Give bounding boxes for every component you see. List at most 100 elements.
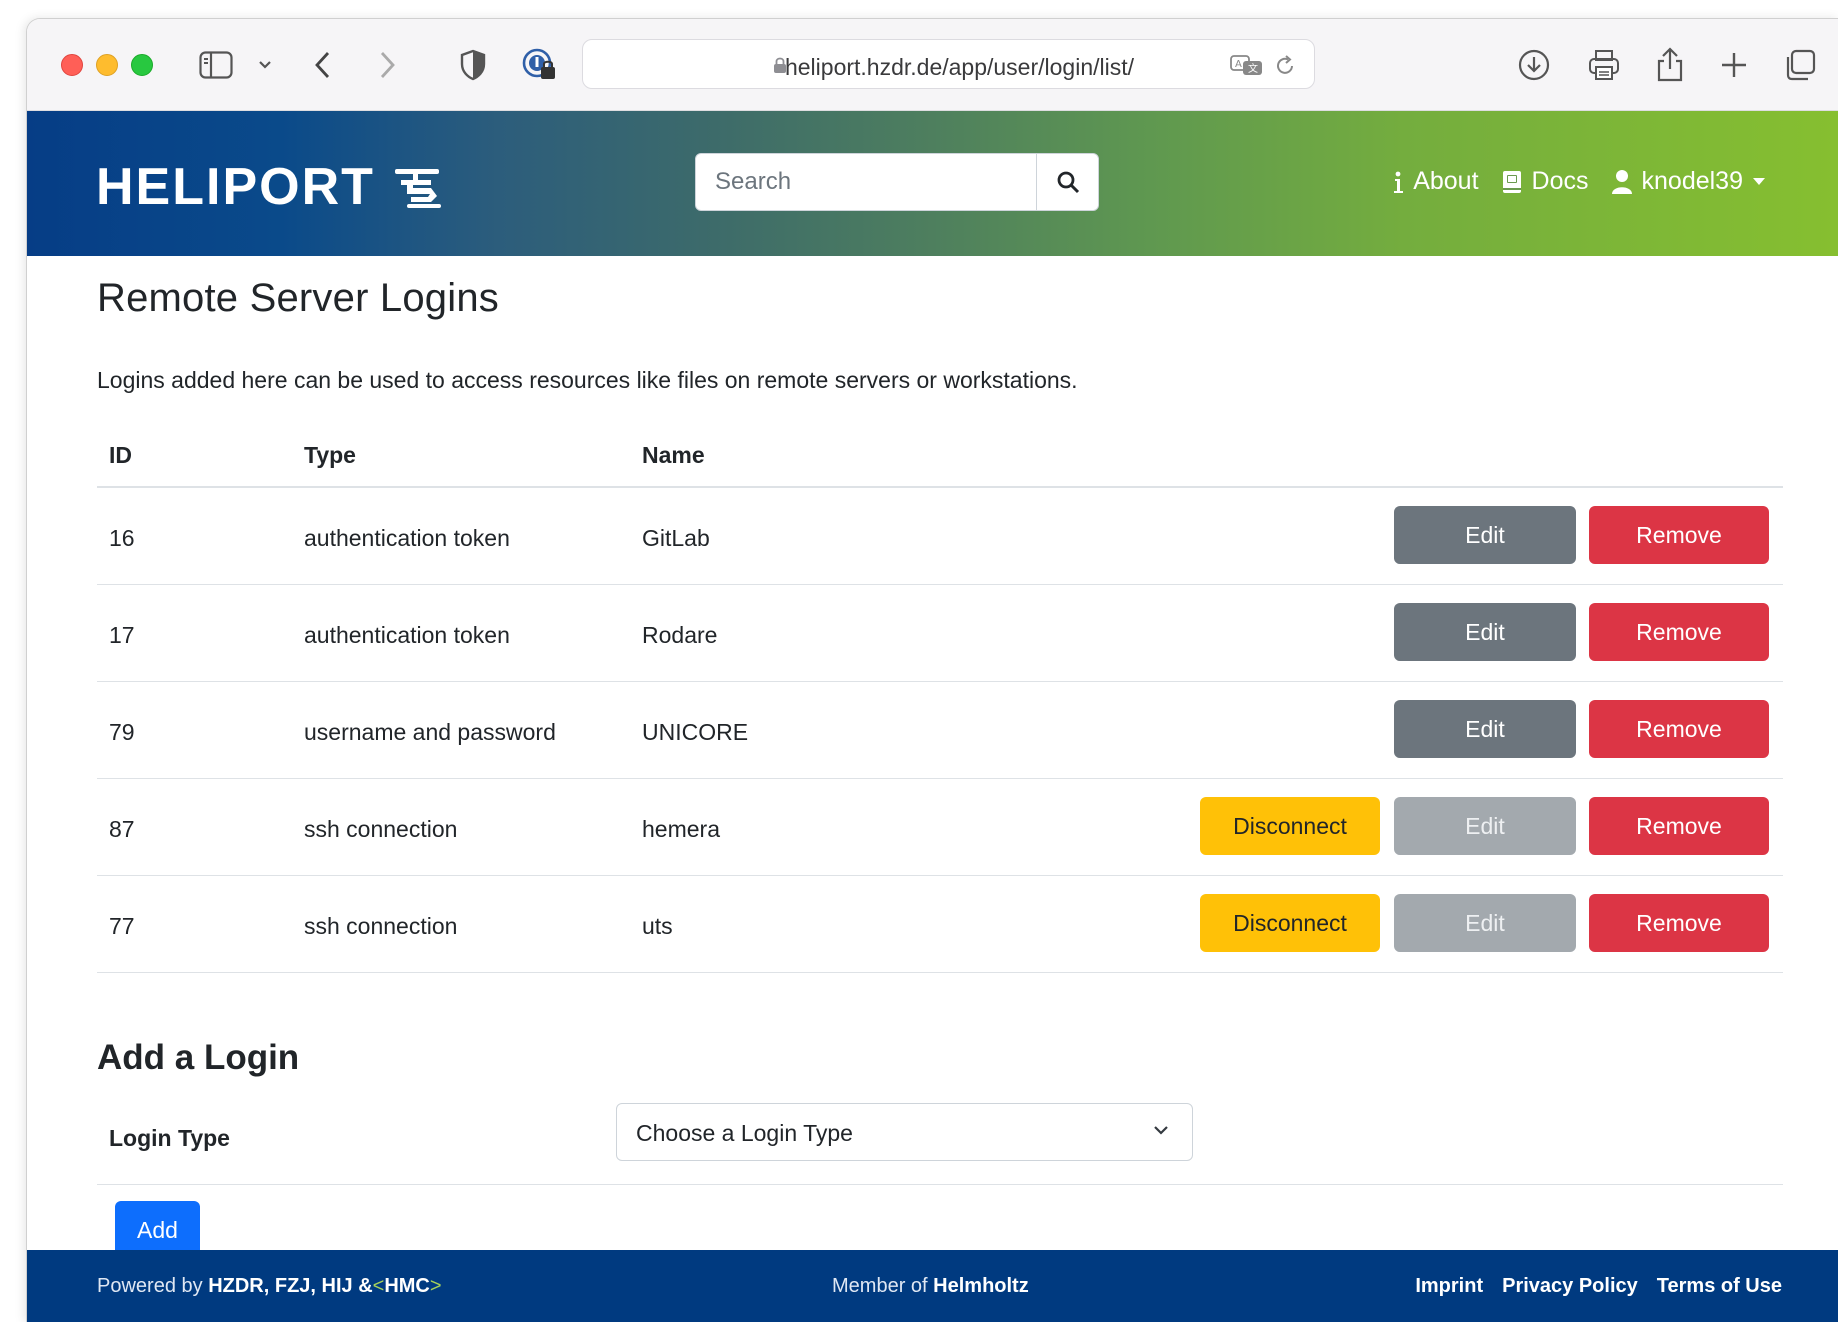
back-arrow-icon[interactable] — [313, 49, 333, 81]
address-bar[interactable]: heliport.hzdr.de/app/user/login/list/ A文 — [582, 39, 1315, 89]
brand-logo[interactable]: HELIPORT — [96, 157, 443, 217]
table-header: ID Type Name — [97, 411, 1783, 488]
search-input[interactable] — [696, 154, 1036, 210]
page-description: Logins added here can be used to access … — [97, 367, 1078, 393]
info-icon — [1394, 171, 1404, 193]
nav-docs-link[interactable]: Docs — [1501, 167, 1589, 196]
edit-button[interactable]: Edit — [1394, 603, 1576, 661]
forward-arrow-icon[interactable] — [377, 49, 397, 81]
row-name: hemera — [642, 816, 720, 842]
row-id: 79 — [109, 719, 135, 745]
table-row: 87 ssh connection hemera Disconnect Edit… — [97, 779, 1783, 876]
disconnect-button[interactable]: Disconnect — [1200, 894, 1380, 952]
hmc-link[interactable]: HMC — [384, 1275, 430, 1297]
edit-button[interactable]: Edit — [1394, 506, 1576, 564]
table-row: 17 authentication token Rodare Edit Remo… — [97, 585, 1783, 682]
svg-text:文: 文 — [1248, 62, 1258, 75]
hmc-bracket-open: < — [372, 1275, 385, 1297]
zoom-window-button[interactable] — [131, 54, 153, 76]
header-nav: About Docs knodel39 — [1370, 167, 1774, 196]
imprint-link[interactable]: Imprint — [1415, 1275, 1483, 1298]
browser-toolbar: heliport.hzdr.de/app/user/login/list/ A文 — [27, 19, 1838, 111]
login-type-row: Login Type Choose a Login Type — [97, 1093, 1783, 1185]
search-box — [695, 153, 1099, 211]
row-name: uts — [642, 913, 673, 939]
table-row: 77 ssh connection uts Disconnect Edit Re… — [97, 876, 1783, 973]
privacy-policy-link[interactable]: Privacy Policy — [1502, 1275, 1638, 1298]
page-footer: Powered by HZDR, FZJ, HIJ &<HMC> Member … — [27, 1250, 1838, 1322]
nav-docs-label: Docs — [1531, 167, 1589, 195]
user-icon — [1611, 169, 1632, 194]
svg-text:A: A — [1235, 59, 1242, 70]
row-name: GitLab — [642, 525, 710, 551]
download-icon[interactable] — [1517, 49, 1551, 81]
member-of: Member of Helmholtz — [832, 1275, 1029, 1298]
column-header-id: ID — [109, 442, 132, 468]
edit-button-disabled: Edit — [1394, 797, 1576, 855]
address-url: heliport.hzdr.de/app/user/login/list/ — [784, 54, 1135, 80]
table-row: 16 authentication token GitLab Edit Remo… — [97, 488, 1783, 585]
print-icon[interactable] — [1587, 49, 1621, 81]
sidebar-toggle-icon[interactable] — [199, 49, 233, 81]
remove-button[interactable]: Remove — [1589, 506, 1769, 564]
row-name: UNICORE — [642, 719, 749, 745]
password-manager-icon[interactable] — [521, 48, 557, 81]
shield-icon[interactable] — [459, 49, 487, 81]
remove-button[interactable]: Remove — [1589, 700, 1769, 758]
footer-links: Imprint Privacy Policy Terms of Use — [1396, 1275, 1782, 1298]
translate-icon[interactable]: A文 — [1230, 55, 1264, 82]
row-id: 16 — [109, 525, 135, 551]
share-icon[interactable] — [1655, 47, 1685, 82]
caret-down-icon — [1753, 177, 1765, 185]
helmholtz-link[interactable]: Helmholtz — [933, 1275, 1029, 1297]
column-header-name: Name — [642, 442, 705, 468]
remove-button[interactable]: Remove — [1589, 603, 1769, 661]
powered-by: Powered by HZDR, FZJ, HIJ &<HMC> — [97, 1275, 442, 1298]
remove-button[interactable]: Remove — [1589, 797, 1769, 855]
row-name: Rodare — [642, 622, 718, 648]
row-type: ssh connection — [304, 816, 458, 842]
reload-icon[interactable] — [1274, 54, 1296, 83]
terms-of-use-link[interactable]: Terms of Use — [1657, 1275, 1782, 1298]
helicopter-icon — [394, 169, 441, 208]
brand-name: HELIPORT — [96, 158, 375, 216]
page-title: Remote Server Logins — [97, 276, 499, 320]
edit-button[interactable]: Edit — [1394, 700, 1576, 758]
column-header-type: Type — [304, 442, 356, 468]
user-menu-toggle[interactable]: knodel39 — [1611, 167, 1774, 196]
minimize-window-button[interactable] — [96, 54, 118, 76]
search-button[interactable] — [1036, 154, 1098, 210]
row-id: 77 — [109, 913, 135, 939]
table-row: 79 username and password UNICORE Edit Re… — [97, 682, 1783, 779]
disconnect-button[interactable]: Disconnect — [1200, 797, 1380, 855]
login-type-selected-value: Choose a Login Type — [636, 1120, 853, 1146]
search-icon — [1057, 171, 1079, 194]
screen: heliport.hzdr.de/app/user/login/list/ A文 — [0, 0, 1838, 1322]
user-name: knodel39 — [1641, 167, 1743, 195]
add-login-heading: Add a Login — [97, 1038, 300, 1077]
row-type: ssh connection — [304, 913, 458, 939]
nav-about-link[interactable]: About — [1392, 167, 1479, 196]
chevron-down-icon[interactable] — [257, 49, 273, 81]
row-id: 87 — [109, 816, 135, 842]
nav-about-label: About — [1413, 167, 1479, 195]
tab-overview-icon[interactable] — [1783, 49, 1817, 81]
row-id: 17 — [109, 622, 135, 648]
logins-table: ID Type Name 16 authentication token Git… — [97, 411, 1783, 973]
powered-by-prefix: Powered by — [97, 1275, 203, 1297]
hmc-bracket-close: > — [429, 1275, 442, 1297]
browser-window: heliport.hzdr.de/app/user/login/list/ A文 — [26, 18, 1838, 1322]
chevron-down-icon — [1154, 1126, 1168, 1135]
edit-button-disabled: Edit — [1394, 894, 1576, 952]
close-window-button[interactable] — [61, 54, 83, 76]
app-header: HELIPORT About — [27, 111, 1838, 256]
remove-button[interactable]: Remove — [1589, 894, 1769, 952]
book-icon — [1502, 170, 1521, 193]
new-tab-plus-icon[interactable] — [1719, 49, 1749, 81]
member-prefix: Member of — [832, 1275, 928, 1297]
login-type-label: Login Type — [109, 1125, 230, 1151]
login-type-select[interactable]: Choose a Login Type — [616, 1103, 1193, 1161]
row-type: authentication token — [304, 525, 510, 551]
row-type: authentication token — [304, 622, 510, 648]
powered-by-orgs[interactable]: HZDR, FZJ, HIJ & — [208, 1275, 372, 1297]
